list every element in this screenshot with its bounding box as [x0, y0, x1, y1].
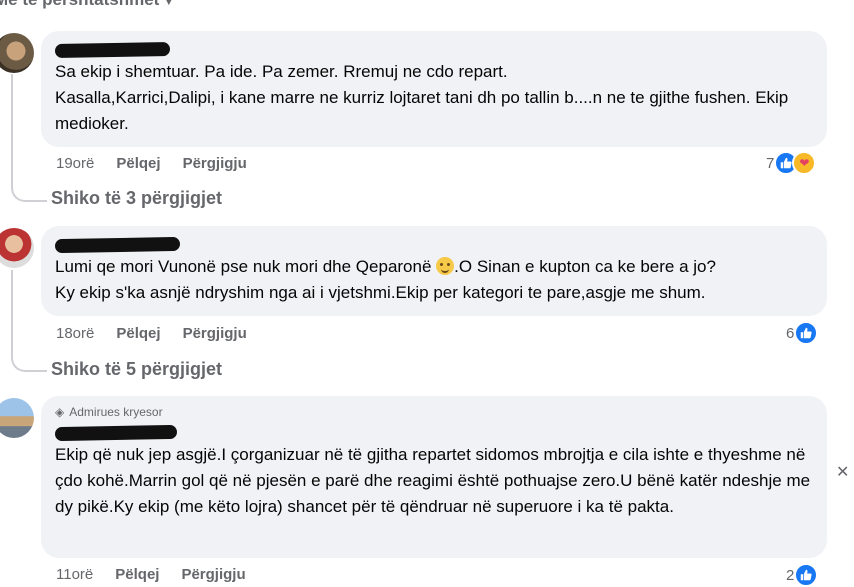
author-name-redacted[interactable] [54, 424, 178, 442]
comment-text: Ekip që nuk jep asgjë.I çorganizuar në t… [55, 445, 811, 516]
like-icon [794, 321, 819, 345]
care-icon: ❤ [792, 151, 817, 175]
sort-dropdown[interactable]: Më të përshtatshmet ▼ [0, 0, 174, 10]
comment-bubble: ◈ Admirues kryesor Ekip që nuk jep asgjë… [41, 396, 827, 558]
comment-text: Sa ekip i shemtuar. Pa ide. Pa zemer. Rr… [55, 62, 789, 133]
badge-label: Admirues kryesor [69, 405, 163, 419]
comment-time[interactable]: 18orë [56, 325, 94, 342]
top-fan-badge: ◈ Admirues kryesor [55, 404, 813, 420]
see-replies-link[interactable]: Shiko të 3 përgjigjet [51, 188, 222, 209]
gem-icon: ◈ [55, 405, 65, 419]
reaction-count: 7 [766, 154, 775, 172]
author-name-redacted[interactable] [54, 236, 181, 254]
comment-text: Lumi qe mori Vunonë pse nuk mori dhe Qep… [55, 254, 813, 306]
reaction-summary[interactable]: 7 ❤ [766, 151, 817, 175]
avatar[interactable] [0, 228, 34, 268]
thread-curve [11, 180, 47, 202]
comment-bubble: Lumi qe mori Vunonë pse nuk mori dhe Qep… [41, 226, 827, 316]
reply-button[interactable]: Përgjigju [183, 155, 247, 172]
sort-label: Më të përshtatshmet [0, 0, 159, 9]
reaction-count: 6 [786, 324, 795, 342]
like-button[interactable]: Pëlqej [116, 155, 160, 172]
avatar[interactable] [0, 398, 34, 438]
comment-time[interactable]: 19orë [56, 155, 94, 172]
author-name-redacted[interactable] [54, 41, 171, 59]
like-icon [794, 563, 819, 587]
reaction-summary[interactable]: 2 [786, 563, 819, 587]
smile-emoji-icon [436, 257, 455, 275]
see-replies-link[interactable]: Shiko të 5 përgjigjet [51, 359, 222, 380]
comment-bubble: Sa ekip i shemtuar. Pa ide. Pa zemer. Rr… [41, 31, 827, 147]
comment-actions: 18orë Pëlqej Përgjigju [56, 325, 247, 342]
reaction-summary[interactable]: 6 [786, 321, 819, 345]
comment-actions: 19orë Pëlqej Përgjigju [56, 155, 247, 172]
reaction-count: 2 [786, 566, 795, 584]
thread-line [11, 74, 13, 182]
avatar[interactable] [0, 33, 34, 73]
thread-line [11, 270, 13, 352]
chevron-down-icon: ▼ [163, 0, 175, 8]
reply-button[interactable]: Përgjigju [183, 325, 247, 342]
like-button[interactable]: Pëlqej [116, 325, 160, 342]
more-options-icon[interactable]: ✕ [836, 462, 849, 482]
comment-text-part: Lumi qe mori Vunonë pse nuk mori dhe Qep… [55, 257, 437, 276]
thread-curve [11, 350, 47, 372]
